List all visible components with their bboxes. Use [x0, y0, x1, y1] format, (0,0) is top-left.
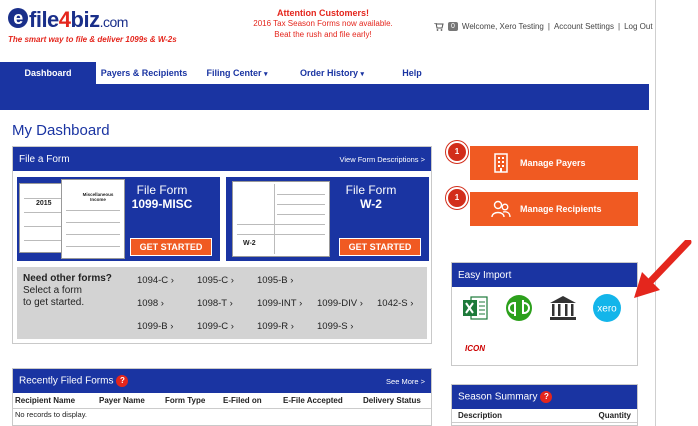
page-title: My Dashboard [12, 122, 110, 139]
manage-recipients-button[interactable]: Manage Recipients [470, 192, 638, 226]
tile-w2[interactable]: W-2 File Form W-2 GET STARTED [226, 177, 429, 261]
attention-title: Attention Customers! [277, 8, 369, 18]
nav-payers-recipients[interactable]: Payers & Recipients [96, 62, 192, 84]
select-form-text: Select a form [23, 285, 82, 296]
recently-filed-title: Recently Filed Forms [19, 375, 114, 387]
icon-import-icon[interactable]: ICON [458, 333, 492, 363]
logo-domain: .com [99, 14, 129, 30]
form-link[interactable]: 1098-T › [197, 298, 257, 321]
quickbooks-import-icon[interactable] [502, 293, 536, 323]
form-link[interactable]: 1099-B › [137, 321, 197, 344]
to-get-started-text: to get started. [23, 297, 85, 308]
account-settings-link[interactable]: Account Settings [554, 22, 614, 31]
form-link[interactable]: 1095-C › [197, 275, 257, 298]
recipients-count-badge: 1 [446, 187, 468, 209]
irs-import-icon[interactable] [546, 293, 580, 323]
form-link[interactable]: 1094-C › [137, 275, 197, 298]
paper-misc-label: Miscellaneous Income [82, 192, 114, 202]
chevron-down-icon: ▾ [360, 71, 365, 78]
season-summary-title: Season Summary [458, 391, 538, 403]
other-forms: Need other forms? Select a form to get s… [17, 267, 427, 339]
attention-banner: Attention Customers! 2016 Tax Season For… [228, 8, 418, 40]
file-form-title: File a Form [19, 153, 70, 165]
w2-form-preview: W-2 [232, 181, 330, 257]
view-form-descriptions-link[interactable]: View Form Descriptions > [339, 155, 425, 164]
form-link[interactable]: 1042-S › [377, 298, 437, 321]
col-form-type[interactable]: Form Type [165, 393, 223, 408]
xero-label: xero [597, 304, 617, 315]
misc-title-line2: 1099-MISC [131, 197, 193, 211]
help-icon[interactable]: ? [116, 375, 129, 387]
recently-filed-panel: Recently Filed Forms? See More > Recipie… [12, 368, 432, 426]
xero-import-icon[interactable]: xero [590, 293, 624, 323]
form-link[interactable]: 1099-DIV › [317, 298, 377, 321]
users-icon [490, 198, 512, 220]
logo-text: file4biz [29, 7, 100, 32]
no-records-text: No records to display. [15, 410, 87, 419]
excel-import-icon[interactable] [458, 293, 492, 323]
recent-table-header: Recipient Name Payer Name Form Type E-Fi… [13, 393, 431, 409]
logo[interactable]: e file4biz.com The smart way to file & de… [8, 8, 188, 44]
tile-1099-misc[interactable]: 2015 Miscellaneous Income File Form 1099… [17, 177, 220, 261]
form-link[interactable]: 1099-R › [257, 321, 317, 344]
form-link[interactable]: 1099-INT › [257, 298, 317, 321]
nav-dashboard[interactable]: Dashboard [0, 62, 96, 84]
col-efile-accepted[interactable]: E-File Accepted [283, 393, 363, 408]
col-payer-name[interactable]: Payer Name [99, 393, 165, 408]
easy-import-title: Easy Import [458, 269, 512, 281]
season-table-header: Description Quantity [452, 409, 637, 423]
get-started-w2-button[interactable]: GET STARTED [339, 238, 421, 256]
logo-e-icon: e [8, 8, 28, 28]
season-summary-panel: Season Summary? Description Quantity [451, 384, 638, 426]
chevron-down-icon: ▾ [264, 71, 268, 78]
logout-link[interactable]: Log Out [624, 22, 652, 31]
easy-import-panel: Easy Import xero ICON [451, 262, 638, 366]
annotation-arrow-icon [630, 238, 696, 309]
cart-count-badge[interactable]: 0 [448, 22, 458, 31]
help-icon[interactable]: ? [540, 391, 553, 403]
need-other-forms: Need other forms? [23, 273, 112, 284]
attention-line-2: Beat the rush and file early! [274, 30, 372, 39]
icon-label: ICON [465, 343, 485, 353]
see-more-link[interactable]: See More > [386, 377, 425, 386]
manage-payers-button[interactable]: Manage Payers [470, 146, 638, 180]
paper-year: 2015 [36, 200, 52, 207]
logo-tagline: The smart way to file & deliver 1099s & … [8, 35, 177, 44]
building-icon [490, 152, 512, 174]
misc-title-line1: File Form [136, 183, 188, 197]
col-quantity: Quantity [598, 411, 631, 420]
payers-count-badge: 1 [446, 141, 468, 163]
w2-title-line1: File Form [345, 183, 397, 197]
col-delivery-status[interactable]: Delivery Status [363, 393, 429, 408]
form-link[interactable]: 1098 › [137, 298, 197, 321]
cart-icon[interactable] [434, 22, 444, 31]
manage-recipients-label: Manage Recipients [520, 204, 602, 214]
welcome-text: Welcome, Xero Testing [461, 22, 544, 31]
col-recipient-name[interactable]: Recipient Name [15, 393, 99, 408]
form-link[interactable]: 1095-B › [257, 275, 317, 298]
get-started-1099-misc-button[interactable]: GET STARTED [130, 238, 212, 256]
paper-w2-label: W-2 [243, 240, 256, 247]
main-nav: Dashboard Payers & Recipients Filing Cen… [0, 62, 649, 110]
attention-line-1: 2016 Tax Season Forms now available. [253, 19, 393, 28]
file-form-panel: File a Form View Form Descriptions > 201… [12, 146, 432, 344]
w2-title-line2: W-2 [360, 197, 382, 211]
nav-order-history[interactable]: Order History ▾ [282, 62, 382, 84]
form-link[interactable]: 1099-C › [197, 321, 257, 344]
col-efiled-on[interactable]: E-Filed on [223, 393, 283, 408]
manage-payers-label: Manage Payers [520, 158, 586, 168]
col-description: Description [458, 411, 503, 420]
nav-help[interactable]: Help [382, 62, 442, 84]
app-frame: e file4biz.com The smart way to file & de… [0, 0, 656, 426]
form-link[interactable]: 1099-S › [317, 321, 377, 344]
account-bar: 0 Welcome, Xero Testing | Account Settin… [434, 22, 653, 31]
nav-filing-center[interactable]: Filing Center ▾ [192, 62, 282, 84]
